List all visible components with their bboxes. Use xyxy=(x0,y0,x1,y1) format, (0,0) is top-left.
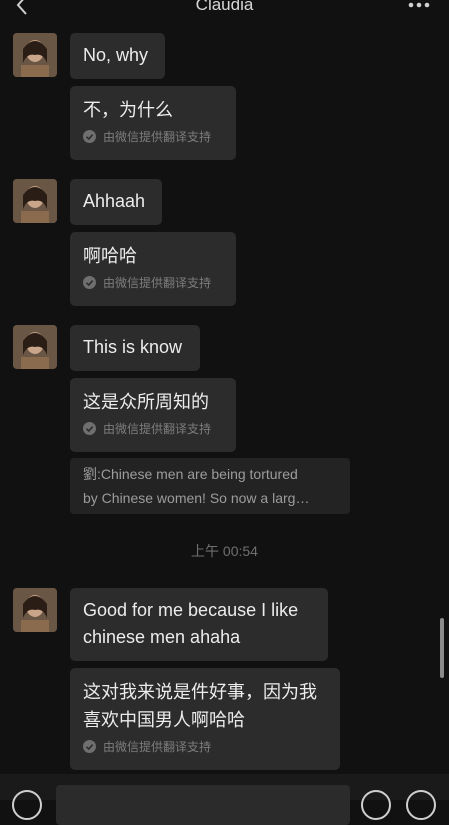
ellipsis-icon[interactable] xyxy=(407,0,431,10)
quote-line: by Chinese women! So now a larg… xyxy=(83,490,310,506)
message-bubble[interactable]: Ahhaah xyxy=(70,179,162,225)
voice-icon[interactable] xyxy=(12,790,42,820)
quoted-message[interactable]: 劉:Chinese men are being tortured by Chin… xyxy=(70,458,350,514)
message-text: No, why xyxy=(83,45,149,65)
plus-icon[interactable] xyxy=(406,790,436,820)
avatar[interactable] xyxy=(13,179,57,223)
check-circle-icon xyxy=(83,740,96,753)
avatar[interactable] xyxy=(13,588,57,632)
message-text: Ahhaah xyxy=(83,191,146,211)
translation-bubble[interactable]: 不，为什么 由微信提供翻译支持 xyxy=(70,86,236,160)
translation-text: 啊哈哈 xyxy=(83,246,137,266)
avatar[interactable] xyxy=(13,325,57,369)
avatar[interactable] xyxy=(13,33,57,77)
translation-text: 喜欢中国男人啊哈哈 xyxy=(83,710,245,730)
check-circle-icon xyxy=(83,276,96,289)
chat-title: Claudia xyxy=(195,0,254,14)
message-bubble[interactable]: This is know xyxy=(70,325,200,371)
top-bar: Claudia xyxy=(0,0,449,20)
translation-credit: 由微信提供翻译支持 xyxy=(83,738,327,755)
translation-bubble[interactable]: 啊哈哈 由微信提供翻译支持 xyxy=(70,232,236,306)
translation-text: 不，为什么 xyxy=(83,100,173,120)
translation-credit: 由微信提供翻译支持 xyxy=(83,128,223,145)
input-bar xyxy=(0,774,449,825)
translation-credit: 由微信提供翻译支持 xyxy=(83,274,223,291)
scrollbar[interactable] xyxy=(440,618,444,678)
translation-bubble[interactable]: 这是众所周知的 由微信提供翻译支持 xyxy=(70,378,236,452)
message-text: chinese men ahaha xyxy=(83,627,241,647)
translation-text: 这是众所周知的 xyxy=(83,392,209,412)
message-bubble[interactable]: Good for me because I like chinese men a… xyxy=(70,588,328,661)
translation-bubble[interactable]: 这对我来说是件好事，因为我 喜欢中国男人啊哈哈 由微信提供翻译支持 xyxy=(70,668,340,770)
message-bubble[interactable]: No, why xyxy=(70,33,165,79)
message-text: This is know xyxy=(83,337,183,357)
message-text: Good for me because I like xyxy=(83,600,299,620)
translation-credit: 由微信提供翻译支持 xyxy=(83,420,223,437)
check-circle-icon xyxy=(83,130,96,143)
emoji-icon[interactable] xyxy=(361,790,391,820)
timestamp: 上午 00:54 xyxy=(191,543,258,559)
quote-line: 劉:Chinese men are being tortured xyxy=(83,466,298,482)
message-input[interactable] xyxy=(56,785,350,825)
check-circle-icon xyxy=(83,422,96,435)
translation-text: 这对我来说是件好事，因为我 xyxy=(83,682,317,702)
